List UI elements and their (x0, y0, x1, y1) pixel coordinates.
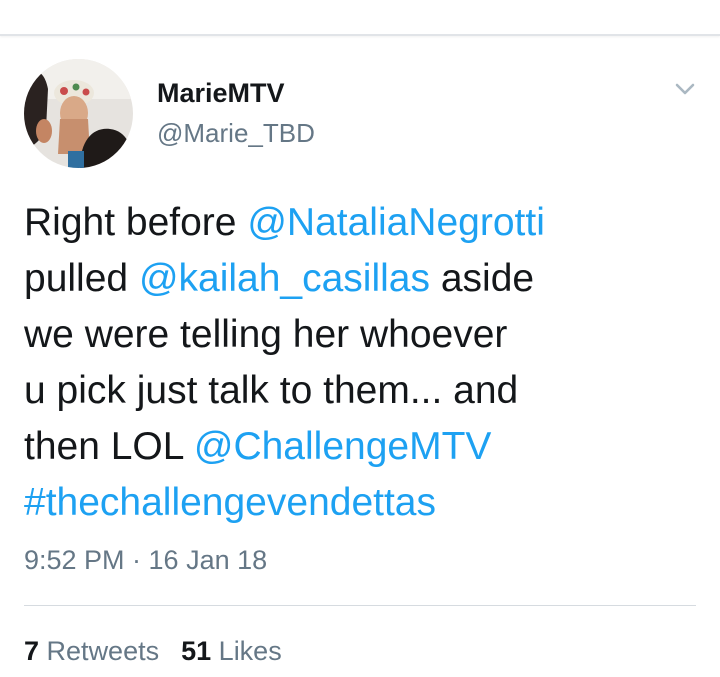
tweet-line: u pick just talk to them... and (24, 363, 704, 419)
tweet-text-segment: we were telling her whoever (24, 313, 508, 356)
tweet-text-segment: u pick just talk to them... and (24, 369, 519, 412)
retweets-stat[interactable]: 7 Retweets (24, 636, 159, 666)
tweet-text-segment: then LOL (24, 425, 194, 468)
tweet-line: pulled @kailah_casillas aside (24, 251, 704, 307)
tweet-line: Right before @NataliaNegrotti (24, 195, 704, 251)
tweet-line: #thechallengevendettas (24, 475, 704, 531)
likes-label: Likes (218, 636, 282, 666)
tweet-line: we were telling her whoever (24, 307, 704, 363)
avatar[interactable] (24, 59, 133, 168)
tweet-timestamp[interactable]: 9:52 PM · 16 Jan 18 (24, 545, 267, 576)
avatar-image (24, 59, 133, 168)
mention-link[interactable]: @ChallengeMTV (194, 425, 492, 468)
tweet-text-segment: pulled (24, 257, 139, 300)
user-handle[interactable]: @Marie_TBD (157, 118, 315, 149)
divider (24, 605, 696, 606)
tweet-text-segment: aside (430, 257, 535, 300)
likes-stat[interactable]: 51 Likes (181, 636, 282, 666)
chevron-down-icon[interactable] (671, 79, 699, 99)
hashtag-link[interactable]: #thechallengevendettas (24, 481, 436, 524)
tweet-text-segment: Right before (24, 201, 248, 244)
top-bar (0, 0, 720, 36)
mention-link[interactable]: @kailah_casillas (139, 257, 430, 300)
mention-link[interactable]: @NataliaNegrotti (247, 201, 545, 244)
tweet-line: then LOL @ChallengeMTV (24, 419, 704, 475)
likes-count: 51 (181, 636, 212, 666)
retweets-label: Retweets (46, 636, 160, 666)
tweet-stats: 7 Retweets 51 Likes (24, 636, 282, 667)
tweet-text: Right before @NataliaNegrotti pulled @kai… (24, 195, 704, 531)
display-name[interactable]: MarieMTV (157, 78, 285, 109)
retweets-count: 7 (24, 636, 40, 666)
